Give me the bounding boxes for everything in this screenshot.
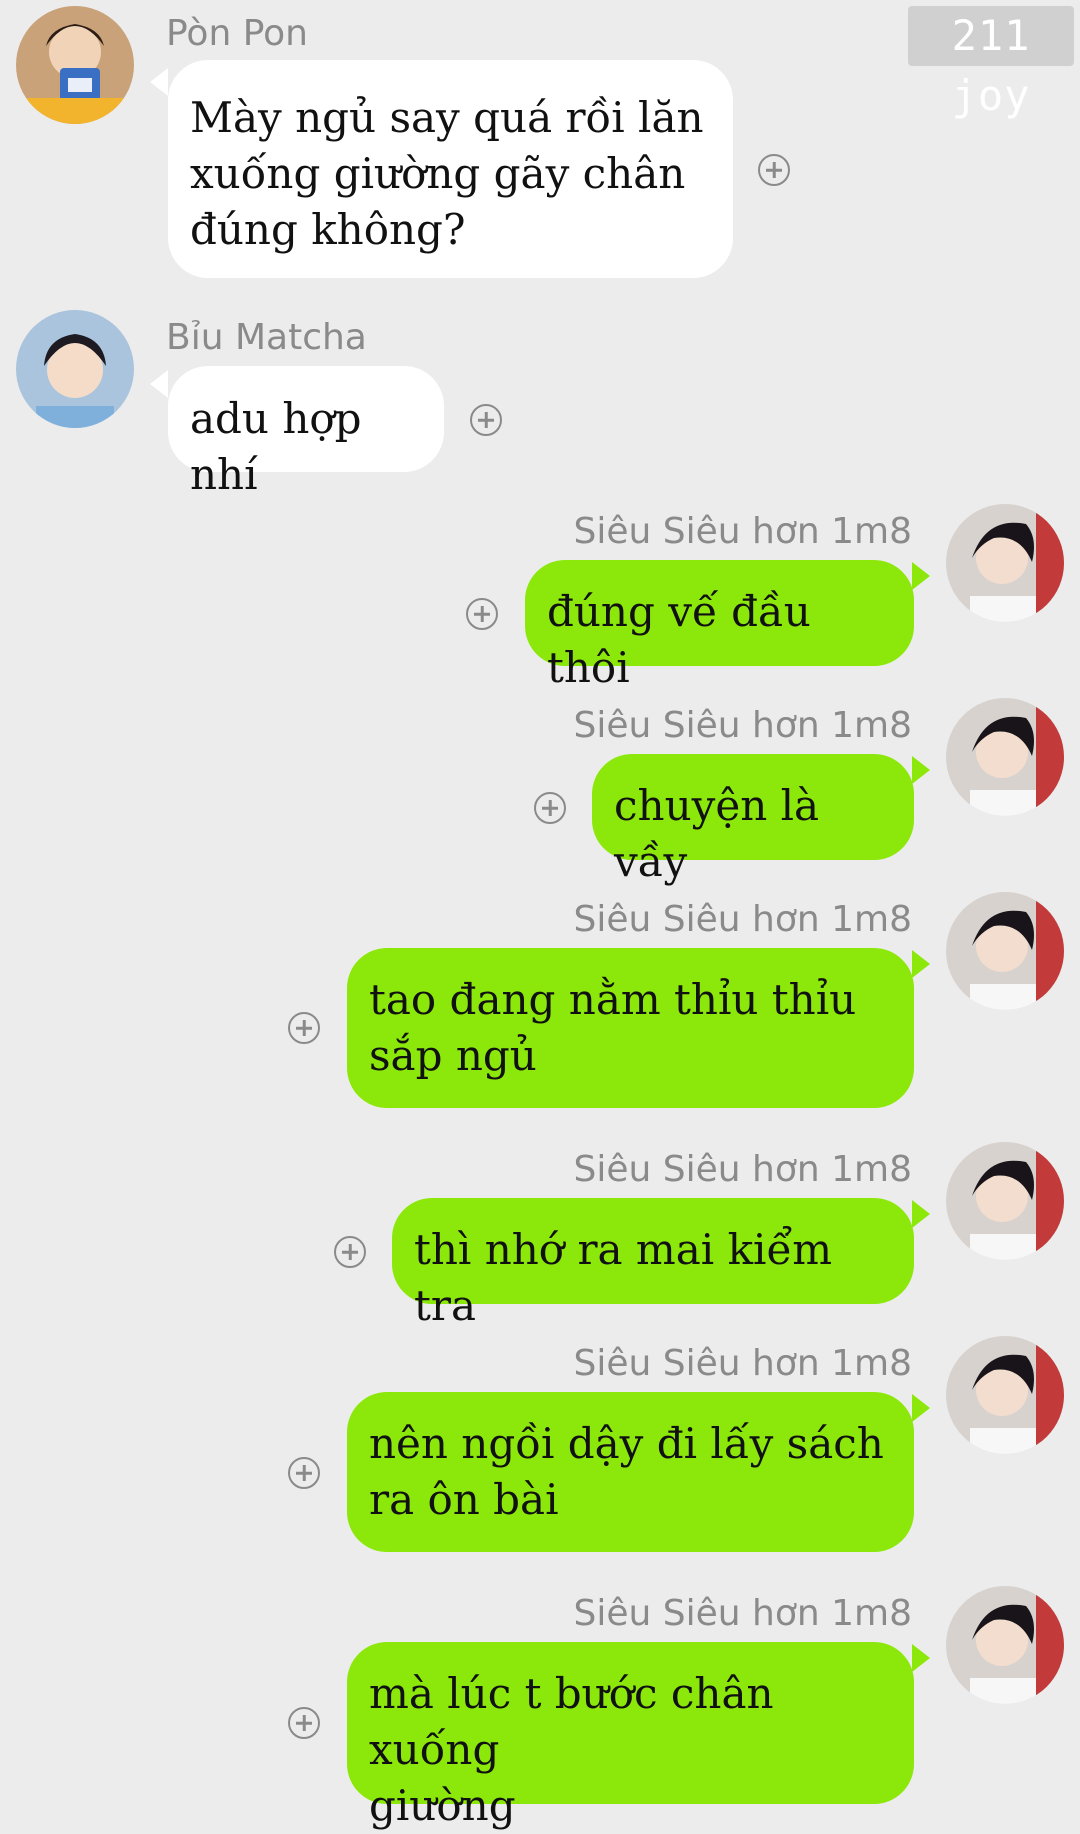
add-reaction-button[interactable]	[470, 404, 502, 436]
sender-name: Bỉu Matcha	[166, 317, 367, 358]
add-reaction-button[interactable]	[758, 154, 790, 186]
message-bubble[interactable]: Mày ngủ say quá rồi lăn xuống giường gãy…	[168, 60, 733, 278]
bubble-tail	[912, 562, 930, 590]
bubble-tail	[912, 1200, 930, 1228]
message-bubble[interactable]: chuyện là vầy	[592, 754, 914, 886]
avatar[interactable]	[16, 6, 134, 124]
avatar[interactable]	[946, 892, 1064, 1010]
bubble-tail	[912, 1644, 930, 1672]
bubble-tail	[912, 756, 930, 784]
add-reaction-button[interactable]	[334, 1236, 366, 1268]
sender-name: Pòn Pon	[166, 13, 308, 54]
avatar[interactable]	[16, 310, 134, 428]
avatar[interactable]	[946, 1336, 1064, 1454]
watermark: 211 joy	[908, 6, 1074, 120]
message-bubble[interactable]: adu hợp nhí	[168, 366, 444, 499]
message-bubble[interactable]: đúng vế đầu thôi	[525, 560, 914, 692]
add-reaction-button[interactable]	[466, 598, 498, 630]
bubble-tail	[150, 370, 168, 398]
avatar[interactable]	[946, 698, 1064, 816]
bubble-tail	[912, 1394, 930, 1422]
message-text: đúng vế đầu thôi	[547, 587, 825, 692]
add-reaction-button[interactable]	[288, 1707, 320, 1739]
add-reaction-button[interactable]	[288, 1457, 320, 1489]
message-text: adu hợp nhí	[190, 394, 375, 499]
message-text: Mày ngủ say quá rồi lăn xuống giường gãy…	[190, 93, 704, 254]
avatar[interactable]	[946, 1142, 1064, 1260]
message-text: thì nhớ ra mai kiểm tra	[414, 1225, 846, 1330]
message-text: mà lúc t bước chân xuống giường	[369, 1669, 774, 1830]
message-text: nên ngồi dậy đi lấy sách ra ôn bài	[369, 1419, 884, 1524]
sender-name: Siêu Siêu hơn 1m8	[573, 705, 912, 746]
avatar[interactable]	[946, 504, 1064, 622]
sender-name: Siêu Siêu hơn 1m8	[573, 899, 912, 940]
message-bubble[interactable]: tao đang nằm thỉu thỉu sắp ngủ	[347, 948, 914, 1108]
bubble-tail	[150, 68, 168, 96]
message-bubble[interactable]: thì nhớ ra mai kiểm tra	[392, 1198, 914, 1330]
sender-name: Siêu Siêu hơn 1m8	[573, 1343, 912, 1384]
sender-name: Siêu Siêu hơn 1m8	[573, 1149, 912, 1190]
message-text: tao đang nằm thỉu thỉu sắp ngủ	[369, 975, 857, 1080]
message-text: chuyện là vầy	[614, 781, 833, 886]
sender-name: Siêu Siêu hơn 1m8	[573, 511, 912, 552]
add-reaction-button[interactable]	[534, 792, 566, 824]
add-reaction-button[interactable]	[288, 1012, 320, 1044]
avatar[interactable]	[946, 1586, 1064, 1704]
message-bubble[interactable]: nên ngồi dậy đi lấy sách ra ôn bài	[347, 1392, 914, 1552]
bubble-tail	[912, 950, 930, 978]
message-bubble[interactable]: mà lúc t bước chân xuống giường	[347, 1642, 914, 1830]
sender-name: Siêu Siêu hơn 1m8	[573, 1593, 912, 1634]
